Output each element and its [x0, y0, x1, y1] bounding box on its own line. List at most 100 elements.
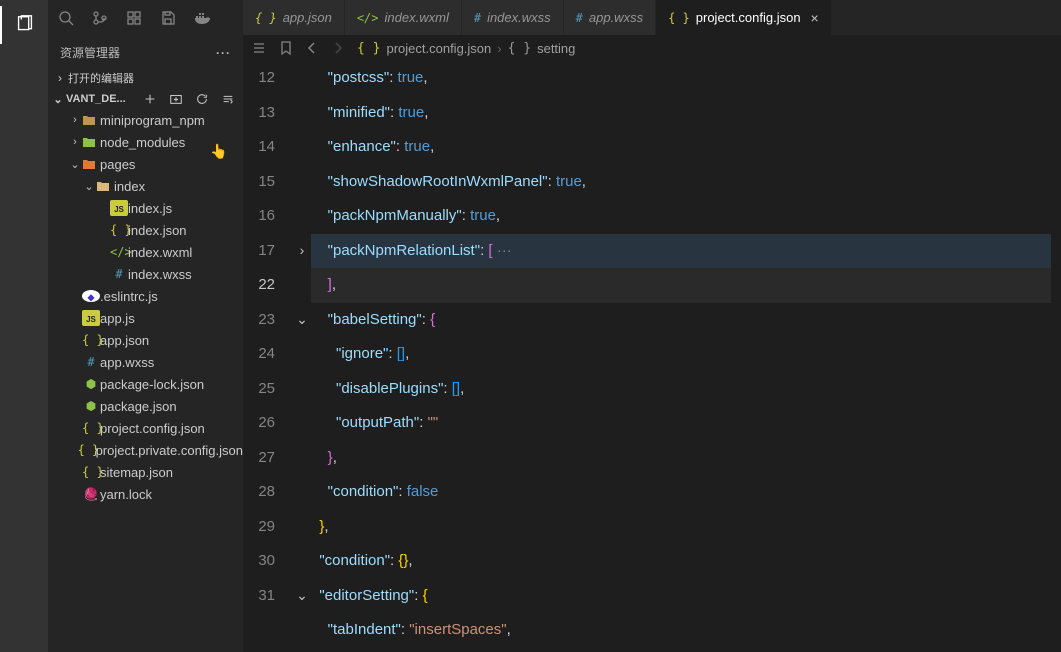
chevron-down-icon: ⌄: [82, 180, 96, 193]
code-line[interactable]: "ignore": [],: [311, 337, 1051, 372]
more-actions-icon[interactable]: ···: [216, 46, 231, 60]
tree-file[interactable]: ⬢package.json: [48, 395, 243, 417]
tab-index-wxss[interactable]: #index.wxss: [462, 0, 564, 35]
nav-forward-icon[interactable]: [331, 41, 345, 55]
fold-open-icon[interactable]: ⌄: [293, 311, 311, 328]
extensions-icon[interactable]: [126, 10, 142, 26]
code-line[interactable]: "editorSetting": {: [311, 579, 1051, 614]
code-line[interactable]: "enhance": true,: [311, 130, 1051, 165]
tree-item-label: node_modules: [100, 135, 185, 150]
code-line[interactable]: "disablePlugins": [],: [311, 372, 1051, 407]
tree-item-label: yarn.lock: [100, 487, 152, 502]
new-file-icon[interactable]: [143, 92, 157, 106]
code-line[interactable]: "packNpmManually": true,: [311, 199, 1051, 234]
tree-file[interactable]: ⬢package-lock.json: [48, 373, 243, 395]
tab-index-wxml[interactable]: </>index.wxml: [345, 0, 462, 35]
refresh-icon[interactable]: [195, 92, 209, 106]
search-icon[interactable]: [58, 10, 74, 26]
fold-gutter: › ⌄ ⌄: [293, 61, 311, 652]
tree-file[interactable]: JSapp.js: [48, 307, 243, 329]
js-icon: JS: [82, 310, 100, 326]
code-line[interactable]: "showShadowRootInWxmlPanel": true,: [311, 165, 1051, 200]
bookmark-icon[interactable]: [279, 40, 293, 56]
tree-item-label: index.wxml: [128, 245, 192, 260]
tree-file[interactable]: </>index.wxml: [48, 241, 243, 263]
breadcrumb[interactable]: { } project.config.json › { } setting: [357, 41, 575, 56]
close-icon[interactable]: ×: [811, 10, 819, 26]
tree-folder[interactable]: ›node_modules: [48, 131, 243, 153]
code-line[interactable]: },: [311, 441, 1051, 476]
tree-item-label: index: [114, 179, 145, 194]
json-icon: { }: [255, 11, 277, 25]
code-line[interactable]: },: [311, 510, 1051, 545]
tab-app-json[interactable]: { }app.json: [243, 0, 345, 35]
code-editor[interactable]: 12131415161722232425262728293031 › ⌄ ⌄ "po…: [243, 61, 1061, 652]
tree-item-label: package-lock.json: [100, 377, 204, 392]
code-line[interactable]: "condition": false: [311, 475, 1051, 510]
tree-file[interactable]: #index.wxss: [48, 263, 243, 285]
docker-icon[interactable]: [194, 10, 212, 26]
tree-item-label: app.json: [100, 333, 149, 348]
tree-file[interactable]: ◆.eslintrc.js: [48, 285, 243, 307]
folder-header[interactable]: ⌄ VANT_DE...: [48, 89, 243, 109]
new-folder-icon[interactable]: [169, 92, 183, 106]
tree-folder[interactable]: ›miniprogram_npm: [48, 109, 243, 131]
code-line[interactable]: ],: [311, 268, 1051, 303]
json-file-icon: { }: [357, 41, 380, 56]
code-line[interactable]: "condition": {},: [311, 544, 1051, 579]
tree-folder[interactable]: ⌄pages: [48, 153, 243, 175]
tree-file[interactable]: 🧶yarn.lock: [48, 483, 243, 505]
save-icon[interactable]: [160, 10, 176, 26]
folder-open-icon: [96, 180, 114, 192]
tab-project-config-json[interactable]: { }project.config.json×: [656, 0, 832, 35]
line-number: 15: [243, 165, 275, 200]
source-control-icon[interactable]: [92, 10, 108, 26]
line-number: 27: [243, 441, 275, 476]
wxss-icon: #: [110, 267, 128, 281]
nav-back-icon[interactable]: [305, 41, 319, 55]
code-line[interactable]: "minified": true,: [311, 96, 1051, 131]
tree-file[interactable]: { }sitemap.json: [48, 461, 243, 483]
tree-file[interactable]: { }project.private.config.json: [48, 439, 243, 461]
chevron-down-icon: ⌄: [68, 158, 82, 171]
code-line[interactable]: "postcss": true,: [311, 61, 1051, 96]
chevron-down-icon: ⌄: [50, 93, 66, 106]
editor-toolbar: { } project.config.json › { } setting: [243, 35, 1061, 61]
line-number: 14: [243, 130, 275, 165]
tab-app-wxss[interactable]: #app.wxss: [564, 0, 656, 35]
line-number: 16: [243, 199, 275, 234]
code-line[interactable]: "outputPath": "": [311, 406, 1051, 441]
fold-closed-icon[interactable]: ›: [293, 242, 311, 258]
tree-file[interactable]: { }project.config.json: [48, 417, 243, 439]
open-editors-label: 打开的编辑器: [68, 70, 134, 86]
line-number: 29: [243, 510, 275, 545]
minimap[interactable]: [1051, 61, 1061, 652]
tree-item-label: package.json: [100, 399, 177, 414]
tree-item-label: index.json: [128, 223, 187, 238]
tree-file[interactable]: #app.wxss: [48, 351, 243, 373]
line-number: 12: [243, 61, 275, 96]
code-line[interactable]: "packNpmRelationList": [ ···: [311, 234, 1051, 269]
chevron-right-icon: ›: [497, 41, 501, 56]
code-line[interactable]: "babelSetting": {: [311, 303, 1051, 338]
line-number-gutter: 12131415161722232425262728293031: [243, 61, 293, 652]
tree-file[interactable]: JSindex.js: [48, 197, 243, 219]
line-number: 23: [243, 303, 275, 338]
collapse-all-icon[interactable]: [221, 92, 235, 106]
open-editors-section[interactable]: › 打开的编辑器: [48, 67, 243, 89]
list-icon[interactable]: [251, 40, 267, 56]
json-object-icon: { }: [508, 41, 531, 56]
tree-item-label: app.js: [100, 311, 135, 326]
tree-folder[interactable]: ⌄ index: [48, 175, 243, 197]
titlebar-icons: [48, 0, 222, 35]
code-line[interactable]: "tabIndent": "insertSpaces",: [311, 613, 1051, 648]
code-content[interactable]: "postcss": true, "minified": true, "enha…: [311, 61, 1051, 652]
fold-open-icon[interactable]: ⌄: [293, 587, 311, 604]
line-number: 25: [243, 372, 275, 407]
tab-label: project.config.json: [696, 10, 801, 25]
tree-file[interactable]: { }index.json: [48, 219, 243, 241]
explorer-title: 资源管理器: [60, 44, 120, 61]
tree-file[interactable]: { }app.json: [48, 329, 243, 351]
wxml-icon: </>: [110, 245, 128, 259]
explorer-view-icon[interactable]: [0, 6, 48, 44]
